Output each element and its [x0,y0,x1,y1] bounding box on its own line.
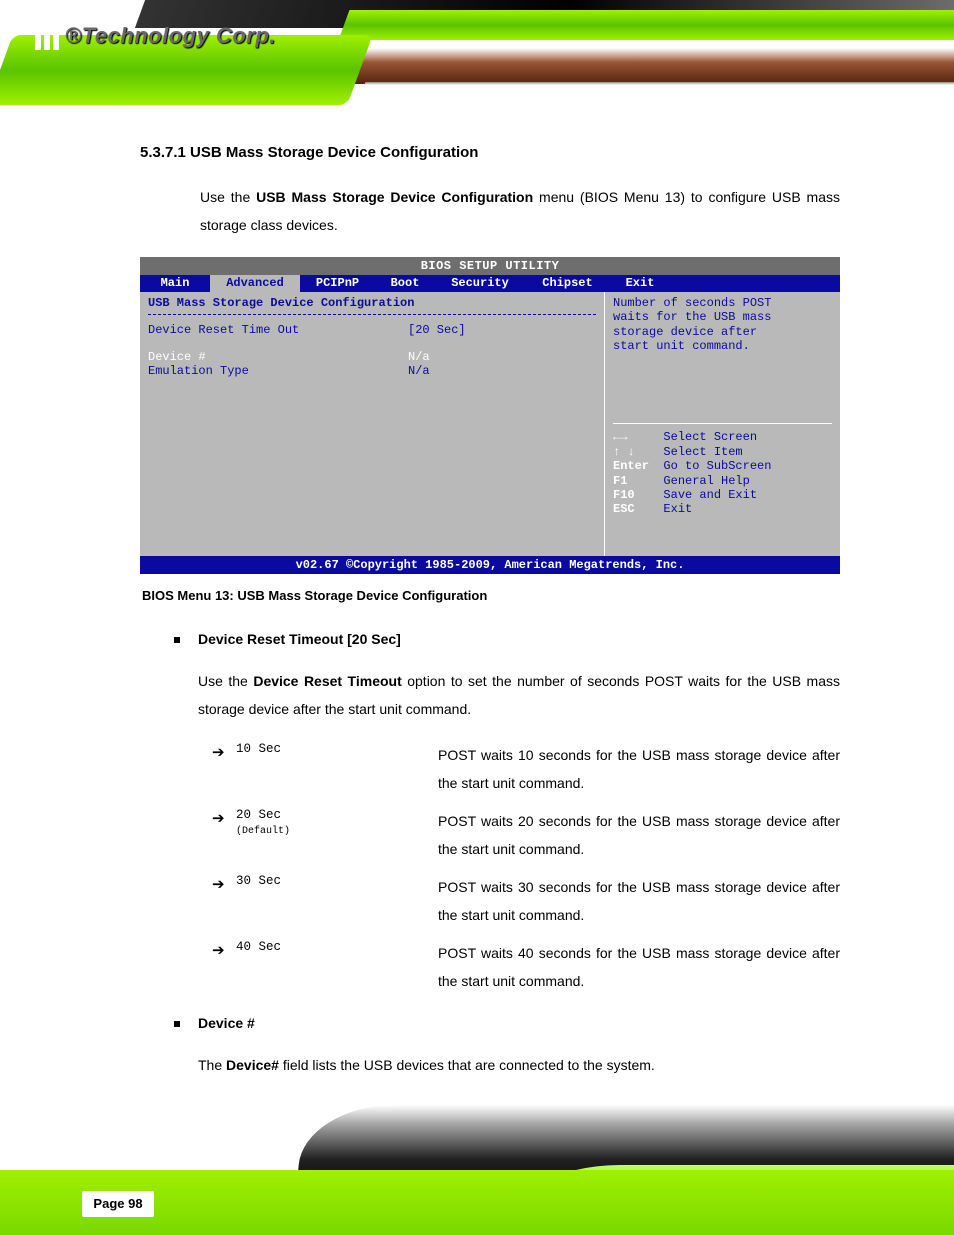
footer-art: Page 98 [0,1095,954,1235]
bios-emulation-value: N/a [408,364,430,378]
option1-pre: Use the [198,673,253,689]
option1-row-10-key-text: 10 Sec [236,742,281,756]
option1-row-30: ➔ 30 Sec POST waits 30 seconds for the U… [212,873,840,929]
option2-paragraph: The Device# field lists the USB devices … [198,1051,840,1079]
option1-row-10-desc: POST waits 10 seconds for the USB mass s… [438,741,840,797]
option1-row-20-key-text: 20 Sec [236,808,281,822]
option1-row-40-key: 40 Sec [236,939,438,957]
bios-left-heading: USB Mass Storage Device Configuration [148,296,596,310]
bios-tab-row: Main Advanced PCIPnP Boot Security Chips… [140,275,840,291]
bios-key-row-6: ESC Exit [613,502,832,516]
esc-key-label: ESC [613,502,635,516]
option1-list: ➔ 10 Sec POST waits 10 seconds for the U… [212,741,840,995]
arrow-right-icon: ➔ [212,875,236,893]
section-title: 5.3.7.1 USB Mass Storage Device Configur… [140,144,840,161]
intro-paragraph: Use the USB Mass Storage Device Configur… [200,183,840,239]
option1-row-40-desc: POST waits 40 seconds for the USB mass s… [438,939,840,995]
arrow-right-icon: ➔ [212,743,236,761]
option1-row-20: ➔ 20 Sec (Default) POST waits 20 seconds… [212,807,840,863]
arrow-right-icon: ➔ [212,809,236,827]
bios-key2-text: Select Item [663,445,742,459]
header-gloss [355,82,954,112]
option1-row-10: ➔ 10 Sec POST waits 10 seconds for the U… [212,741,840,797]
bios-key-row-3: Enter Go to SubScreen [613,459,832,473]
bios-key-row-1: ←→ Select Screen [613,430,832,444]
intro-pre: Use the [200,189,256,205]
option1-label: Device Reset Timeout [20 Sec] [198,631,401,647]
bios-key4-text: General Help [663,474,749,488]
bios-key6-text: Exit [663,502,692,516]
bios-reset-label: Device Reset Time Out [148,323,408,337]
bios-hint-line2: waits for the USB mass [613,310,832,324]
option2-post: field lists the USB devices that are con… [279,1057,655,1073]
bios-row-device: Device # N/a [148,350,596,364]
bios-hint-line4: start unit command. [613,339,832,353]
option1-row-40: ➔ 40 Sec POST waits 40 seconds for the U… [212,939,840,995]
bios-tab-advanced: Advanced [210,275,300,291]
bios-row-emulation: Emulation Type N/a [148,364,596,378]
option1-row-20-key: 20 Sec (Default) [236,807,438,839]
bios-right-divider [613,423,832,424]
content-column: 5.3.7.1 USB Mass Storage Device Configur… [140,144,840,1079]
bios-hint-line1: Number of seconds POST [613,296,832,310]
bios-key-row-2: ↑ ↓ Select Item [613,445,832,459]
bios-row-reset-timeout: Device Reset Time Out [20 Sec] [148,323,596,337]
bios-body: USB Mass Storage Device Configuration De… [140,292,840,556]
intro-bold: USB Mass Storage Device Configuration [256,189,533,205]
f10-key-label: F10 [613,488,635,502]
option1-bold: Device Reset Timeout [253,673,401,689]
enter-key-label: Enter [613,459,649,473]
header-art: ®Technology Corp. [0,0,954,140]
option1-heading: Device Reset Timeout [20 Sec] [174,631,840,647]
option2-label: Device # [198,1015,255,1031]
bios-tab-chipset: Chipset [525,275,610,291]
bios-key-row-4: F1 General Help [613,474,832,488]
bios-left-pane: USB Mass Storage Device Configuration De… [140,292,605,556]
bios-hint-line3: storage device after [613,325,832,339]
f1-key-label: F1 [613,474,627,488]
bios-tab-boot: Boot [375,275,435,291]
bios-tab-pcipnp: PCIPnP [300,275,375,291]
logo-text: ®Technology Corp. [65,23,276,49]
bios-key5-text: Save and Exit [663,488,757,502]
bios-key-row-5: F10 Save and Exit [613,488,832,502]
option1-row-30-desc: POST waits 30 seconds for the USB mass s… [438,873,840,929]
arrow-up-down-icon: ↑ ↓ [613,445,635,459]
logo-bars-icon [35,22,59,50]
arrow-right-icon: ➔ [212,941,236,959]
option1-row-20-default: (Default) [236,825,438,839]
arrow-left-right-icon: ←→ [613,430,627,444]
bios-key3-text: Go to SubScreen [663,459,771,473]
page-number: Page 98 [82,1191,154,1217]
square-bullet-icon [174,1021,180,1027]
bios-emulation-label: Emulation Type [148,364,408,378]
bios-title-bar: BIOS SETUP UTILITY [140,257,840,275]
header-orange-stripe [353,48,954,84]
bios-screenshot: BIOS SETUP UTILITY Main Advanced PCIPnP … [140,257,840,574]
bios-device-label: Device # [148,350,408,364]
option1-row-40-key-text: 40 Sec [236,940,281,954]
bios-rule [148,314,596,315]
bios-reset-value: [20 Sec] [408,323,466,337]
option1-row-10-key: 10 Sec [236,741,438,759]
bios-tab-security: Security [435,275,525,291]
option2-pre: The [198,1057,226,1073]
option2-bold: Device# [226,1057,279,1073]
option1-row-20-desc: POST waits 20 seconds for the USB mass s… [438,807,840,863]
header-green-right [339,10,954,40]
option2-heading: Device # [174,1015,840,1031]
bios-footer-bar: v02.67 ©Copyright 1985-2009, American Me… [140,556,840,574]
logo: ®Technology Corp. [35,22,276,50]
square-bullet-icon [174,637,180,643]
option1-row-30-key: 30 Sec [236,873,438,891]
option1-row-30-key-text: 30 Sec [236,874,281,888]
bios-caption: BIOS Menu 13: USB Mass Storage Device Co… [142,588,840,603]
bios-device-value: N/a [408,350,430,364]
bios-right-pane: Number of seconds POST waits for the USB… [605,292,840,556]
option1-paragraph: Use the Device Reset Timeout option to s… [198,667,840,723]
bios-tab-main: Main [140,275,210,291]
bios-tab-exit: Exit [610,275,670,291]
bios-key1-text: Select Screen [663,430,757,444]
